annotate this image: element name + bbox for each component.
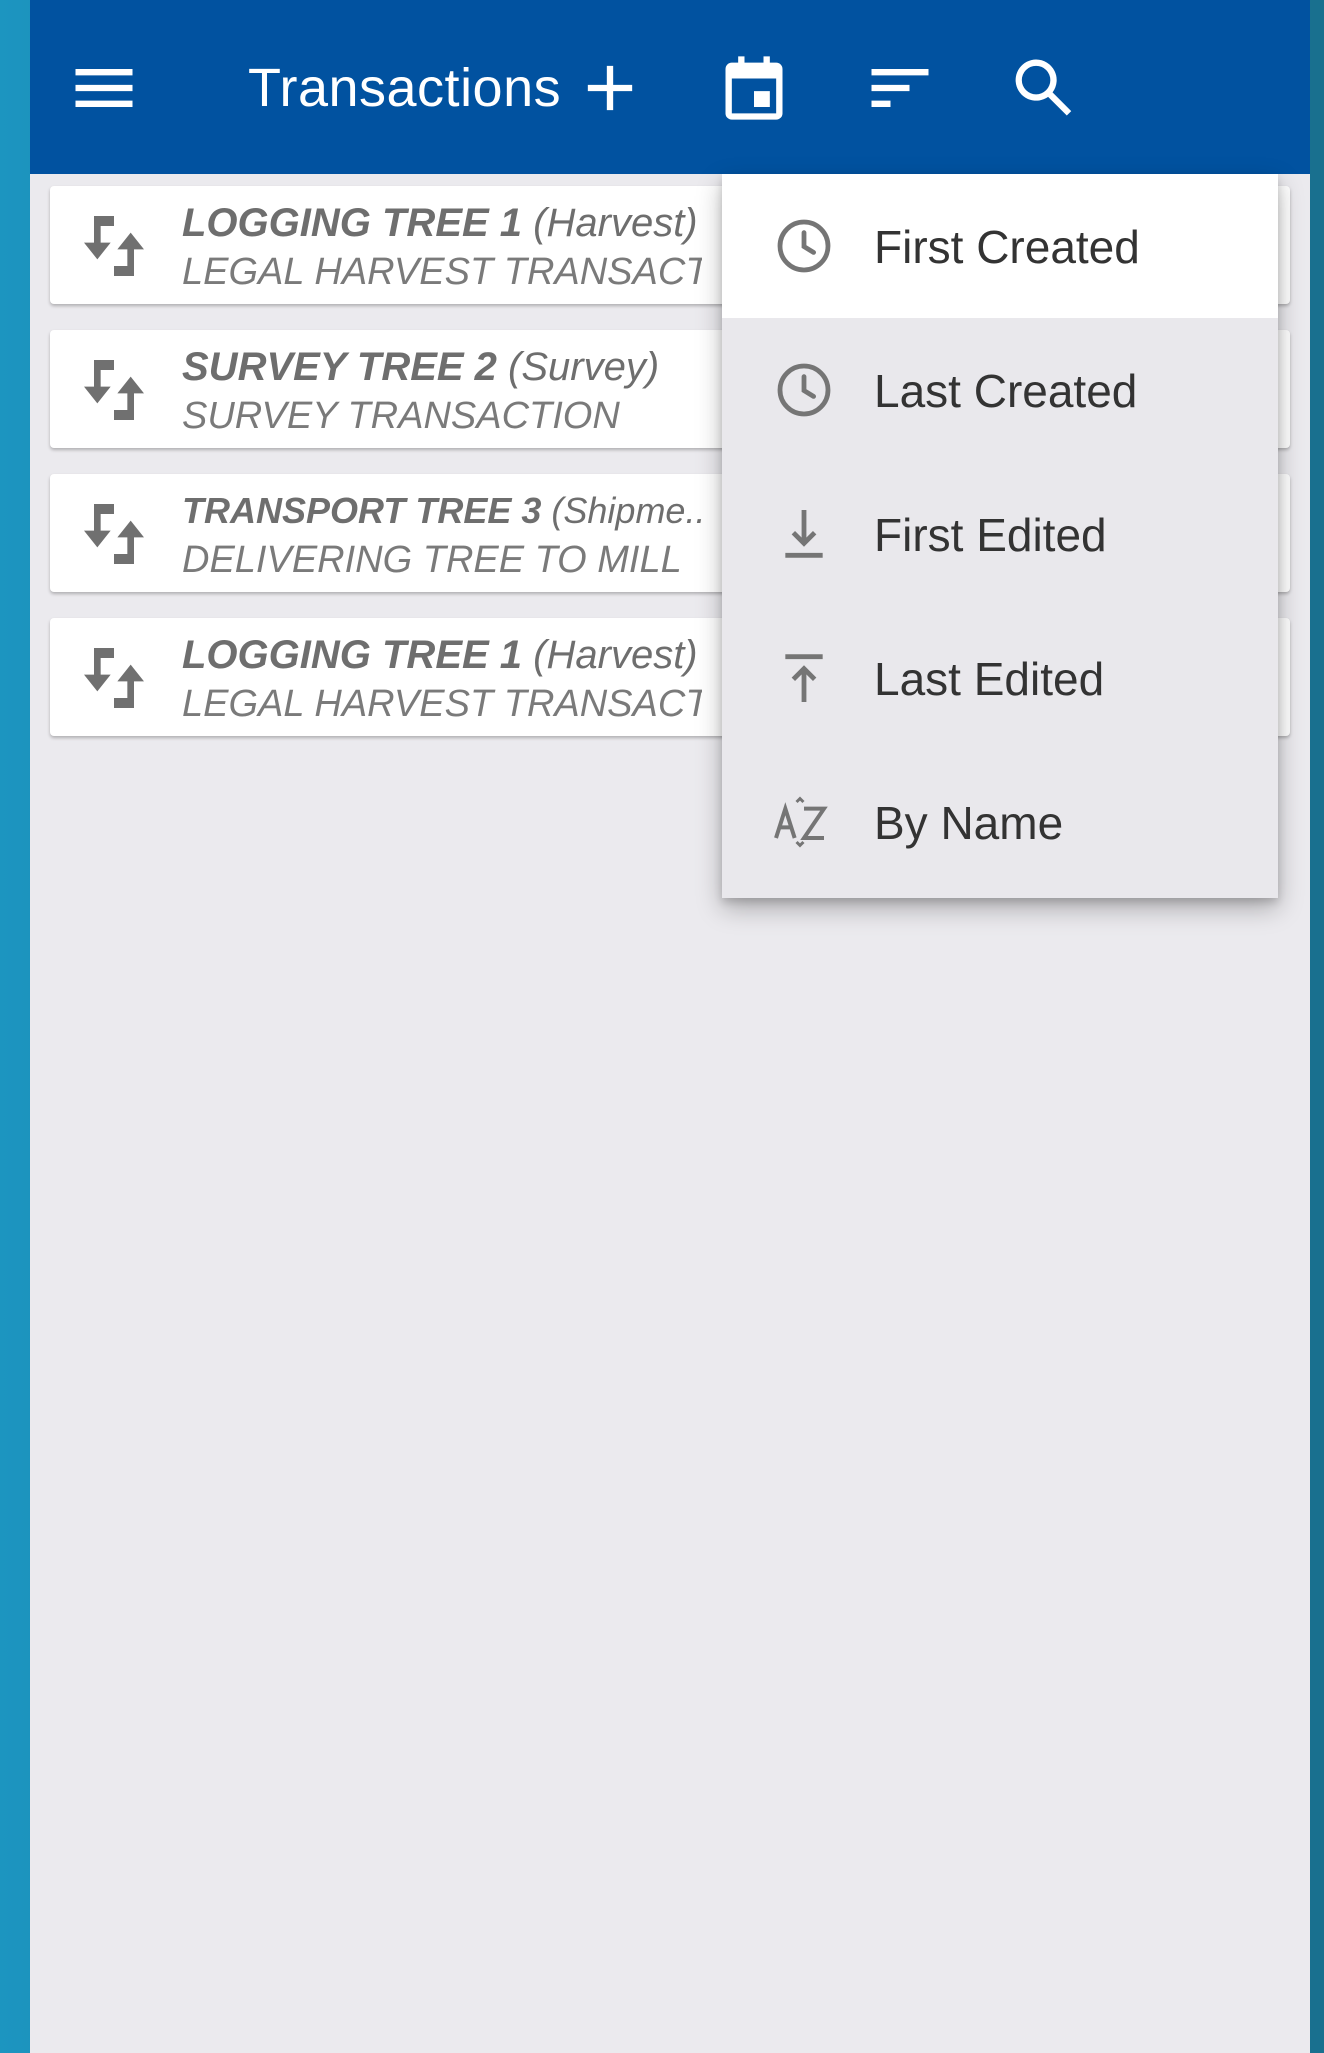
transfer-icon: [74, 350, 154, 430]
transaction-name: SURVEY TREE 2: [182, 345, 497, 389]
transaction-title: TRANSPORT TREE 3 (Shipme...: [182, 488, 702, 534]
arrow-down-to-line-icon: [772, 502, 836, 566]
sort-option-last-created[interactable]: Last Created: [722, 318, 1278, 462]
transaction-type: (Harvest): [533, 633, 698, 677]
sort-menu: First Created Last Created First Edited …: [722, 174, 1278, 898]
clock-icon: [772, 358, 836, 422]
transaction-name: LOGGING TREE 1: [182, 633, 523, 677]
app-screen: Transactions LOGGING TREE 1 (Harvest) LE…: [30, 0, 1310, 2053]
sort-option-label: By Name: [874, 797, 1064, 849]
sort-option-label: First Edited: [874, 509, 1107, 561]
transfer-icon: [74, 494, 154, 574]
sort-option-label: Last Created: [874, 365, 1138, 417]
transaction-name: TRANSPORT TREE 3: [182, 490, 542, 531]
page-title: Transactions: [248, 58, 562, 118]
transfer-icon: [74, 638, 154, 718]
transaction-type: (Survey): [508, 345, 660, 389]
transaction-name: LOGGING TREE 1: [182, 201, 523, 245]
sort-option-last-edited[interactable]: Last Edited: [722, 606, 1278, 750]
transaction-title: SURVEY TREE 2 (Survey): [182, 344, 702, 390]
transaction-title: LOGGING TREE 1 (Harvest): [182, 632, 702, 678]
transfer-icon: [74, 206, 154, 286]
transaction-description: LEGAL HARVEST TRANSACTION: [182, 251, 702, 293]
transaction-description: LEGAL HARVEST TRANSACTION: [182, 683, 702, 725]
sort-option-first-edited[interactable]: First Edited: [722, 462, 1278, 606]
transaction-title: LOGGING TREE 1 (Harvest): [182, 200, 702, 246]
sort-option-label: Last Edited: [874, 653, 1105, 705]
app-bar: Transactions: [30, 0, 1310, 174]
sort-option-first-created[interactable]: First Created: [722, 174, 1278, 318]
arrow-up-to-line-icon: [772, 646, 836, 710]
sort-icon[interactable]: [862, 50, 938, 126]
clock-icon: [772, 214, 836, 278]
transaction-type: (Shipme...: [551, 490, 702, 531]
sort-option-by-name[interactable]: By Name: [722, 750, 1278, 894]
add-icon[interactable]: [572, 50, 648, 126]
transaction-type: (Harvest): [533, 201, 698, 245]
calendar-icon[interactable]: [716, 50, 792, 126]
transaction-description: SURVEY TRANSACTION: [182, 395, 620, 437]
sort-option-label: First Created: [874, 221, 1140, 273]
sort-by-alpha-icon: [772, 790, 836, 854]
menu-icon[interactable]: [66, 50, 142, 126]
search-icon[interactable]: [1006, 50, 1082, 126]
transaction-description: DELIVERING TREE TO MILL: [182, 539, 682, 581]
